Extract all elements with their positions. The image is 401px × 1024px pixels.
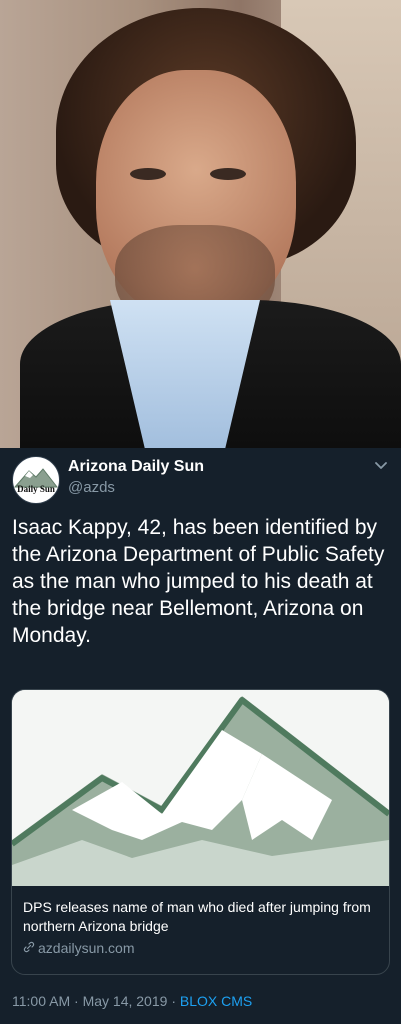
display-name[interactable]: Arizona Daily Sun bbox=[68, 458, 204, 476]
card-title[interactable]: DPS releases name of man who died after … bbox=[23, 898, 378, 936]
meta-separator: · bbox=[171, 993, 176, 1009]
tweet-date[interactable]: May 14, 2019 bbox=[83, 993, 168, 1009]
card-mountain-logo bbox=[12, 690, 389, 886]
card-domain-text: azdailysun.com bbox=[38, 940, 135, 956]
tweet-meta: 11:00 AM · May 14, 2019 · BLOX CMS bbox=[12, 993, 252, 1009]
photo-eye-left bbox=[130, 168, 166, 180]
avatar-text: Daily Sun bbox=[17, 484, 55, 494]
tweet: Daily Sun Arizona Daily Sun @azds Isaac … bbox=[0, 448, 401, 1024]
handle[interactable]: @azds bbox=[68, 479, 115, 496]
card-image[interactable] bbox=[12, 690, 389, 886]
link-icon bbox=[23, 940, 35, 956]
meta-separator: · bbox=[74, 993, 79, 1009]
link-card[interactable]: DPS releases name of man who died after … bbox=[11, 689, 390, 975]
chevron-down-icon[interactable] bbox=[373, 458, 389, 474]
tweet-source[interactable]: BLOX CMS bbox=[180, 993, 252, 1009]
tweet-time[interactable]: 11:00 AM bbox=[12, 993, 70, 1009]
avatar-mountain-icon bbox=[13, 468, 59, 488]
photo-eye-right bbox=[210, 168, 246, 180]
tweet-text: Isaac Kappy, 42, has been identified by … bbox=[12, 516, 385, 647]
card-domain[interactable]: azdailysun.com bbox=[23, 940, 135, 956]
tweet-photo[interactable] bbox=[0, 0, 401, 448]
avatar[interactable]: Daily Sun bbox=[12, 456, 60, 504]
